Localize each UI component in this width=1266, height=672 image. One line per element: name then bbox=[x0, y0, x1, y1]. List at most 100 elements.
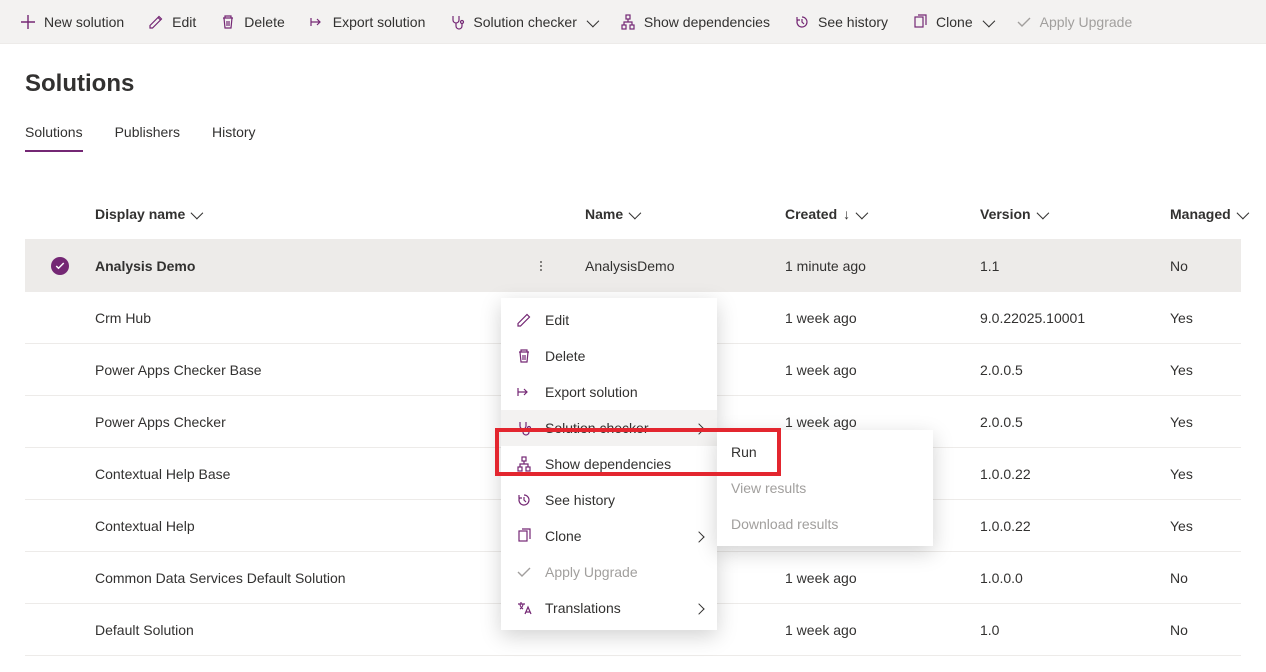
ctx-solution-checker-label: Solution checker bbox=[545, 420, 649, 436]
dependencies-icon bbox=[515, 456, 533, 472]
ctx-translations-label: Translations bbox=[545, 600, 621, 616]
cell-managed: Yes bbox=[1170, 414, 1266, 430]
col-created-label: Created bbox=[785, 206, 837, 222]
new-solution-label: New solution bbox=[44, 14, 124, 30]
ctx-clone[interactable]: Clone bbox=[501, 518, 717, 554]
row-select-cell[interactable] bbox=[25, 257, 95, 275]
cell-display-name[interactable]: Contextual Help bbox=[95, 518, 525, 534]
tab-history[interactable]: History bbox=[212, 116, 256, 152]
pencil-icon bbox=[148, 14, 164, 30]
apply-upgrade-label: Apply Upgrade bbox=[1040, 14, 1133, 30]
sort-desc-icon bbox=[843, 206, 850, 222]
cell-name: AnalysisDemo bbox=[585, 258, 785, 274]
chevron-down-icon bbox=[629, 206, 638, 222]
export-button[interactable]: Export solution bbox=[297, 2, 438, 42]
submenu-run-label: Run bbox=[731, 444, 757, 460]
cell-version: 1.0.0.0 bbox=[980, 570, 1170, 586]
cell-display-name[interactable]: Contextual Help Base bbox=[95, 466, 525, 482]
check-icon bbox=[515, 564, 533, 580]
col-version[interactable]: Version bbox=[980, 206, 1170, 222]
more-vertical-icon[interactable] bbox=[525, 250, 557, 282]
edit-button[interactable]: Edit bbox=[136, 2, 208, 42]
ctx-clone-label: Clone bbox=[545, 528, 582, 544]
apply-upgrade-button: Apply Upgrade bbox=[1004, 2, 1145, 42]
cell-display-name[interactable]: Default Solution bbox=[95, 622, 525, 638]
see-history-button[interactable]: See history bbox=[782, 2, 900, 42]
cell-version: 1.0.0.22 bbox=[980, 466, 1170, 482]
see-history-label: See history bbox=[818, 14, 888, 30]
ctx-edit-label: Edit bbox=[545, 312, 569, 328]
chevron-right-icon bbox=[695, 600, 703, 616]
col-name[interactable]: Name bbox=[585, 206, 785, 222]
delete-label: Delete bbox=[244, 14, 284, 30]
row-context-menu: Edit Delete Export solution Solution che… bbox=[501, 298, 717, 630]
selected-check-icon bbox=[51, 257, 69, 275]
check-icon bbox=[1016, 14, 1032, 30]
trash-icon bbox=[515, 348, 533, 364]
solution-checker-label: Solution checker bbox=[473, 14, 577, 30]
tab-solutions[interactable]: Solutions bbox=[25, 116, 83, 152]
col-created[interactable]: Created bbox=[785, 206, 980, 222]
col-display-name[interactable]: Display name bbox=[95, 206, 525, 222]
cell-created: 1 week ago bbox=[785, 414, 980, 430]
ctx-translations[interactable]: Translations bbox=[501, 590, 717, 626]
cell-managed: Yes bbox=[1170, 466, 1266, 482]
tab-publishers[interactable]: Publishers bbox=[115, 116, 180, 152]
submenu-run[interactable]: Run bbox=[717, 434, 933, 470]
cell-version: 2.0.0.5 bbox=[980, 414, 1170, 430]
cell-display-name[interactable]: Power Apps Checker bbox=[95, 414, 525, 430]
ctx-solution-checker[interactable]: Solution checker bbox=[501, 410, 717, 446]
dependencies-icon bbox=[620, 14, 636, 30]
submenu-view-results-label: View results bbox=[731, 480, 806, 496]
row-more-button[interactable] bbox=[525, 250, 585, 282]
new-solution-button[interactable]: New solution bbox=[8, 2, 136, 42]
cell-managed: Yes bbox=[1170, 518, 1266, 534]
solution-checker-submenu: Run View results Download results bbox=[717, 430, 933, 546]
ctx-export[interactable]: Export solution bbox=[501, 374, 717, 410]
ctx-see-history-label: See history bbox=[545, 492, 615, 508]
cell-display-name[interactable]: Crm Hub bbox=[95, 310, 525, 326]
cell-managed: No bbox=[1170, 570, 1266, 586]
cell-display-name[interactable]: Common Data Services Default Solution bbox=[95, 570, 525, 586]
command-bar: New solution Edit Delete Export solution… bbox=[0, 0, 1266, 44]
ctx-delete-label: Delete bbox=[545, 348, 585, 364]
ctx-export-label: Export solution bbox=[545, 384, 638, 400]
show-dependencies-button[interactable]: Show dependencies bbox=[608, 2, 782, 42]
submenu-view-results: View results bbox=[717, 470, 933, 506]
show-dependencies-label: Show dependencies bbox=[644, 14, 770, 30]
clone-icon bbox=[515, 528, 533, 544]
cell-managed: Yes bbox=[1170, 310, 1266, 326]
table-row[interactable]: Analysis DemoAnalysisDemo1 minute ago1.1… bbox=[25, 240, 1241, 292]
history-icon bbox=[794, 14, 810, 30]
translations-icon bbox=[515, 600, 533, 616]
col-name-label: Name bbox=[585, 206, 623, 222]
delete-button[interactable]: Delete bbox=[208, 2, 296, 42]
cell-managed: No bbox=[1170, 258, 1266, 274]
submenu-download-results-label: Download results bbox=[731, 516, 838, 532]
chevron-down-icon bbox=[856, 206, 865, 222]
ctx-edit[interactable]: Edit bbox=[501, 302, 717, 338]
ctx-see-history[interactable]: See history bbox=[501, 482, 717, 518]
col-managed[interactable]: Managed bbox=[1170, 206, 1266, 222]
grid-header: Display name Name Created Version Manage… bbox=[25, 188, 1241, 240]
chevron-down-icon bbox=[1037, 206, 1046, 222]
stethoscope-icon bbox=[515, 420, 533, 436]
ctx-delete[interactable]: Delete bbox=[501, 338, 717, 374]
cell-version: 1.0 bbox=[980, 622, 1170, 638]
clone-button[interactable]: Clone bbox=[900, 2, 1004, 42]
cell-created: 1 week ago bbox=[785, 622, 980, 638]
cell-created: 1 week ago bbox=[785, 310, 980, 326]
export-icon bbox=[309, 14, 325, 30]
cell-created: 1 minute ago bbox=[785, 258, 980, 274]
cell-display-name[interactable]: Power Apps Checker Base bbox=[95, 362, 525, 378]
pencil-icon bbox=[515, 312, 533, 328]
ctx-show-dependencies[interactable]: Show dependencies bbox=[501, 446, 717, 482]
clone-icon bbox=[912, 14, 928, 30]
chevron-down-icon bbox=[191, 206, 200, 222]
export-label: Export solution bbox=[333, 14, 426, 30]
solution-checker-button[interactable]: Solution checker bbox=[437, 2, 608, 42]
cell-created: 1 week ago bbox=[785, 570, 980, 586]
ctx-apply-upgrade: Apply Upgrade bbox=[501, 554, 717, 590]
cell-display-name[interactable]: Analysis Demo bbox=[95, 258, 525, 274]
col-version-label: Version bbox=[980, 206, 1031, 222]
